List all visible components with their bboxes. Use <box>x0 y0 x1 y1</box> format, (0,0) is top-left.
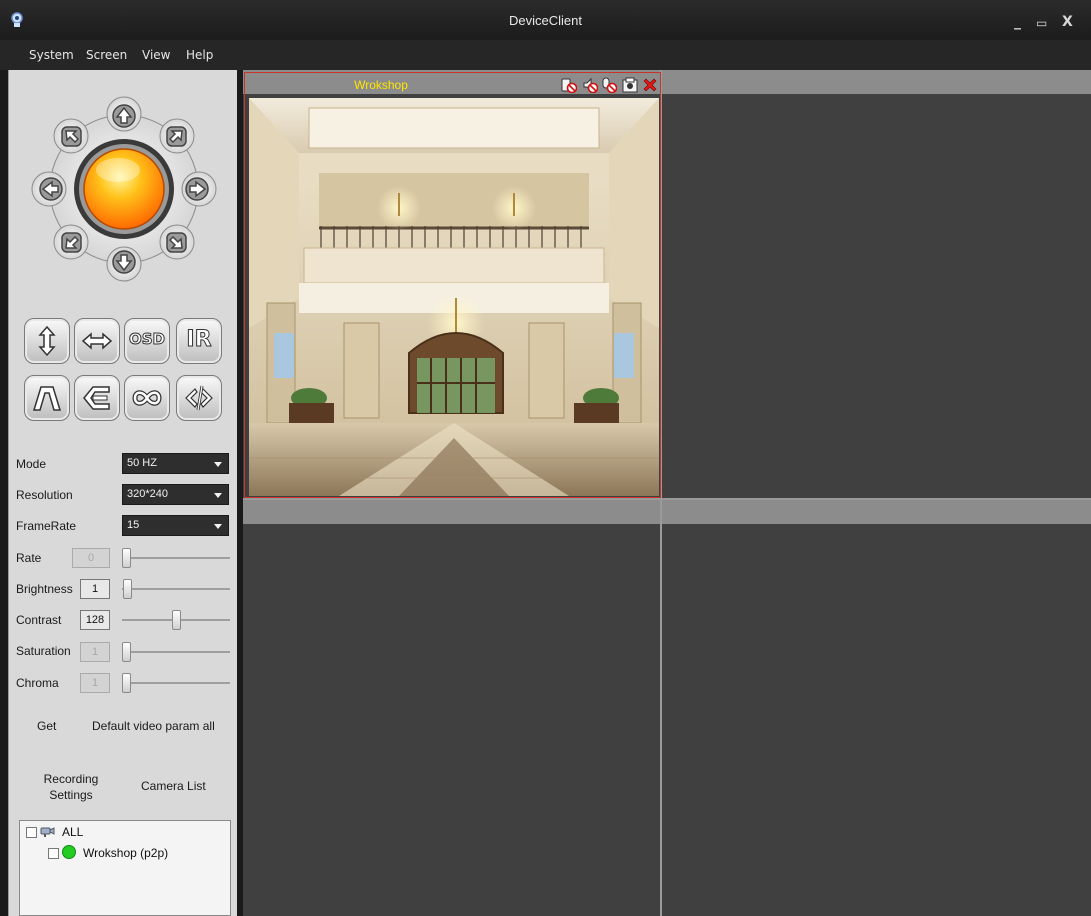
video-pane-4[interactable] <box>662 500 1091 916</box>
chroma-label: Chroma <box>16 676 59 690</box>
ptz-down-left-button[interactable] <box>61 232 82 253</box>
chevron-down-icon <box>214 493 222 498</box>
osd-button[interactable]: OSD <box>124 318 170 364</box>
perspective-icon <box>32 386 62 411</box>
ptz-up-button[interactable] <box>112 104 136 128</box>
pane-header <box>243 500 660 524</box>
window-title: DeviceClient <box>509 13 582 28</box>
tree-root-label[interactable]: ALL <box>62 825 83 839</box>
ir-label: IR <box>186 327 212 353</box>
camera-list-button[interactable]: Camera List <box>141 779 206 793</box>
recording-settings-line2: Settings <box>49 788 93 802</box>
perspective-button[interactable] <box>24 375 70 421</box>
minimize-button[interactable]: _ <box>1014 14 1021 30</box>
ptz-down-button[interactable] <box>112 250 136 274</box>
mirror-button[interactable] <box>74 375 120 421</box>
rate-value: 0 <box>72 548 110 568</box>
horizontal-flip-button[interactable] <box>74 318 120 364</box>
framerate-select[interactable]: 15 <box>122 515 229 536</box>
saturation-slider-track[interactable] <box>122 651 230 653</box>
resolution-select[interactable]: 320*240 <box>122 484 229 505</box>
brightness-label: Brightness <box>16 582 73 596</box>
ptz-control <box>31 96 217 282</box>
framerate-label: FrameRate <box>16 519 77 533</box>
default-video-param-button[interactable]: Default video param all <box>92 719 215 733</box>
recording-settings-line1: Recording <box>43 772 99 786</box>
rate-label: Rate <box>16 551 42 565</box>
talk-off-icon[interactable] <box>601 77 617 93</box>
chroma-value: 1 <box>80 673 110 693</box>
saturation-value: 1 <box>80 642 110 662</box>
ptz-up-right-button[interactable] <box>166 126 187 147</box>
rate-slider-track[interactable] <box>122 557 230 559</box>
infinity-icon <box>132 390 162 406</box>
brightness-value[interactable]: 1 <box>80 579 110 599</box>
ptz-center-button[interactable] <box>74 139 174 239</box>
status-online-icon <box>62 845 76 859</box>
chevron-down-icon <box>214 462 222 467</box>
chevron-down-icon <box>214 524 222 529</box>
get-button[interactable]: Get <box>37 719 56 733</box>
title-bar: DeviceClient _ ▭ X <box>0 0 1091 40</box>
rate-slider-thumb[interactable] <box>122 548 131 568</box>
saturation-label: Saturation <box>16 644 71 658</box>
video-pane-2[interactable] <box>662 70 1091 498</box>
resolution-label: Resolution <box>16 488 73 502</box>
chroma-slider-thumb[interactable] <box>122 673 131 693</box>
maximize-button[interactable]: ▭ <box>1036 16 1047 30</box>
all-checkbox[interactable] <box>26 827 37 838</box>
resolution-value: 320*240 <box>127 488 168 500</box>
audio-off-icon[interactable] <box>582 77 598 93</box>
pane-header <box>662 70 1091 94</box>
ir-button[interactable]: IR <box>176 318 222 364</box>
menu-bar: System Screen View Help <box>0 40 1091 70</box>
camera-title: Wrokshop <box>354 78 408 92</box>
mirror-icon <box>83 386 110 410</box>
ptz-up-left-button[interactable] <box>61 126 82 147</box>
mode-value: 50 HZ <box>127 457 157 469</box>
mode-select[interactable]: 50 HZ <box>122 453 229 474</box>
snapshot-icon[interactable] <box>622 77 638 93</box>
ptz-down-right-button[interactable] <box>166 232 187 253</box>
menu-screen[interactable]: Screen <box>86 48 127 62</box>
chroma-slider-track[interactable] <box>122 682 230 684</box>
menu-view[interactable]: View <box>142 48 170 62</box>
menu-help[interactable]: Help <box>186 48 213 62</box>
saturation-slider-thumb[interactable] <box>122 642 131 662</box>
control-panel: OSD IR Mode 50 HZ Resolution 320*240 Fra… <box>8 70 237 916</box>
active-camera-frame: Wrokshop <box>244 72 661 498</box>
menu-system[interactable]: System <box>29 48 74 62</box>
vertical-flip-icon <box>38 325 56 357</box>
infinite-loop-button[interactable] <box>124 375 170 421</box>
framerate-value: 15 <box>127 519 140 531</box>
brightness-slider-thumb[interactable] <box>122 579 132 599</box>
pane-header <box>662 500 1091 524</box>
mode-label: Mode <box>16 457 47 471</box>
ptz-left-button[interactable] <box>39 177 63 201</box>
pane-divider <box>243 498 1091 500</box>
code-button[interactable] <box>176 375 222 421</box>
contrast-label: Contrast <box>16 613 62 627</box>
camera-group-icon <box>40 827 55 837</box>
contrast-slider-thumb[interactable] <box>171 610 181 630</box>
video-pane-3[interactable] <box>243 500 660 916</box>
recording-settings-button[interactable]: Recording Settings <box>33 771 109 803</box>
camera-video-feed[interactable] <box>249 98 659 496</box>
close-button[interactable]: X <box>1062 14 1073 30</box>
ptz-right-button[interactable] <box>185 177 209 201</box>
record-off-icon[interactable] <box>561 77 577 93</box>
osd-label: OSD <box>128 330 165 349</box>
close-camera-icon[interactable] <box>642 77 658 93</box>
device-checkbox[interactable] <box>48 848 59 859</box>
horizontal-flip-icon <box>81 332 113 350</box>
brightness-slider-track[interactable] <box>122 588 230 590</box>
contrast-value[interactable]: 128 <box>80 610 110 630</box>
vertical-flip-button[interactable] <box>24 318 70 364</box>
device-item-label[interactable]: Wrokshop (p2p) <box>83 846 168 860</box>
device-tree: ALL Wrokshop (p2p) <box>19 820 231 916</box>
code-icon <box>185 385 213 411</box>
